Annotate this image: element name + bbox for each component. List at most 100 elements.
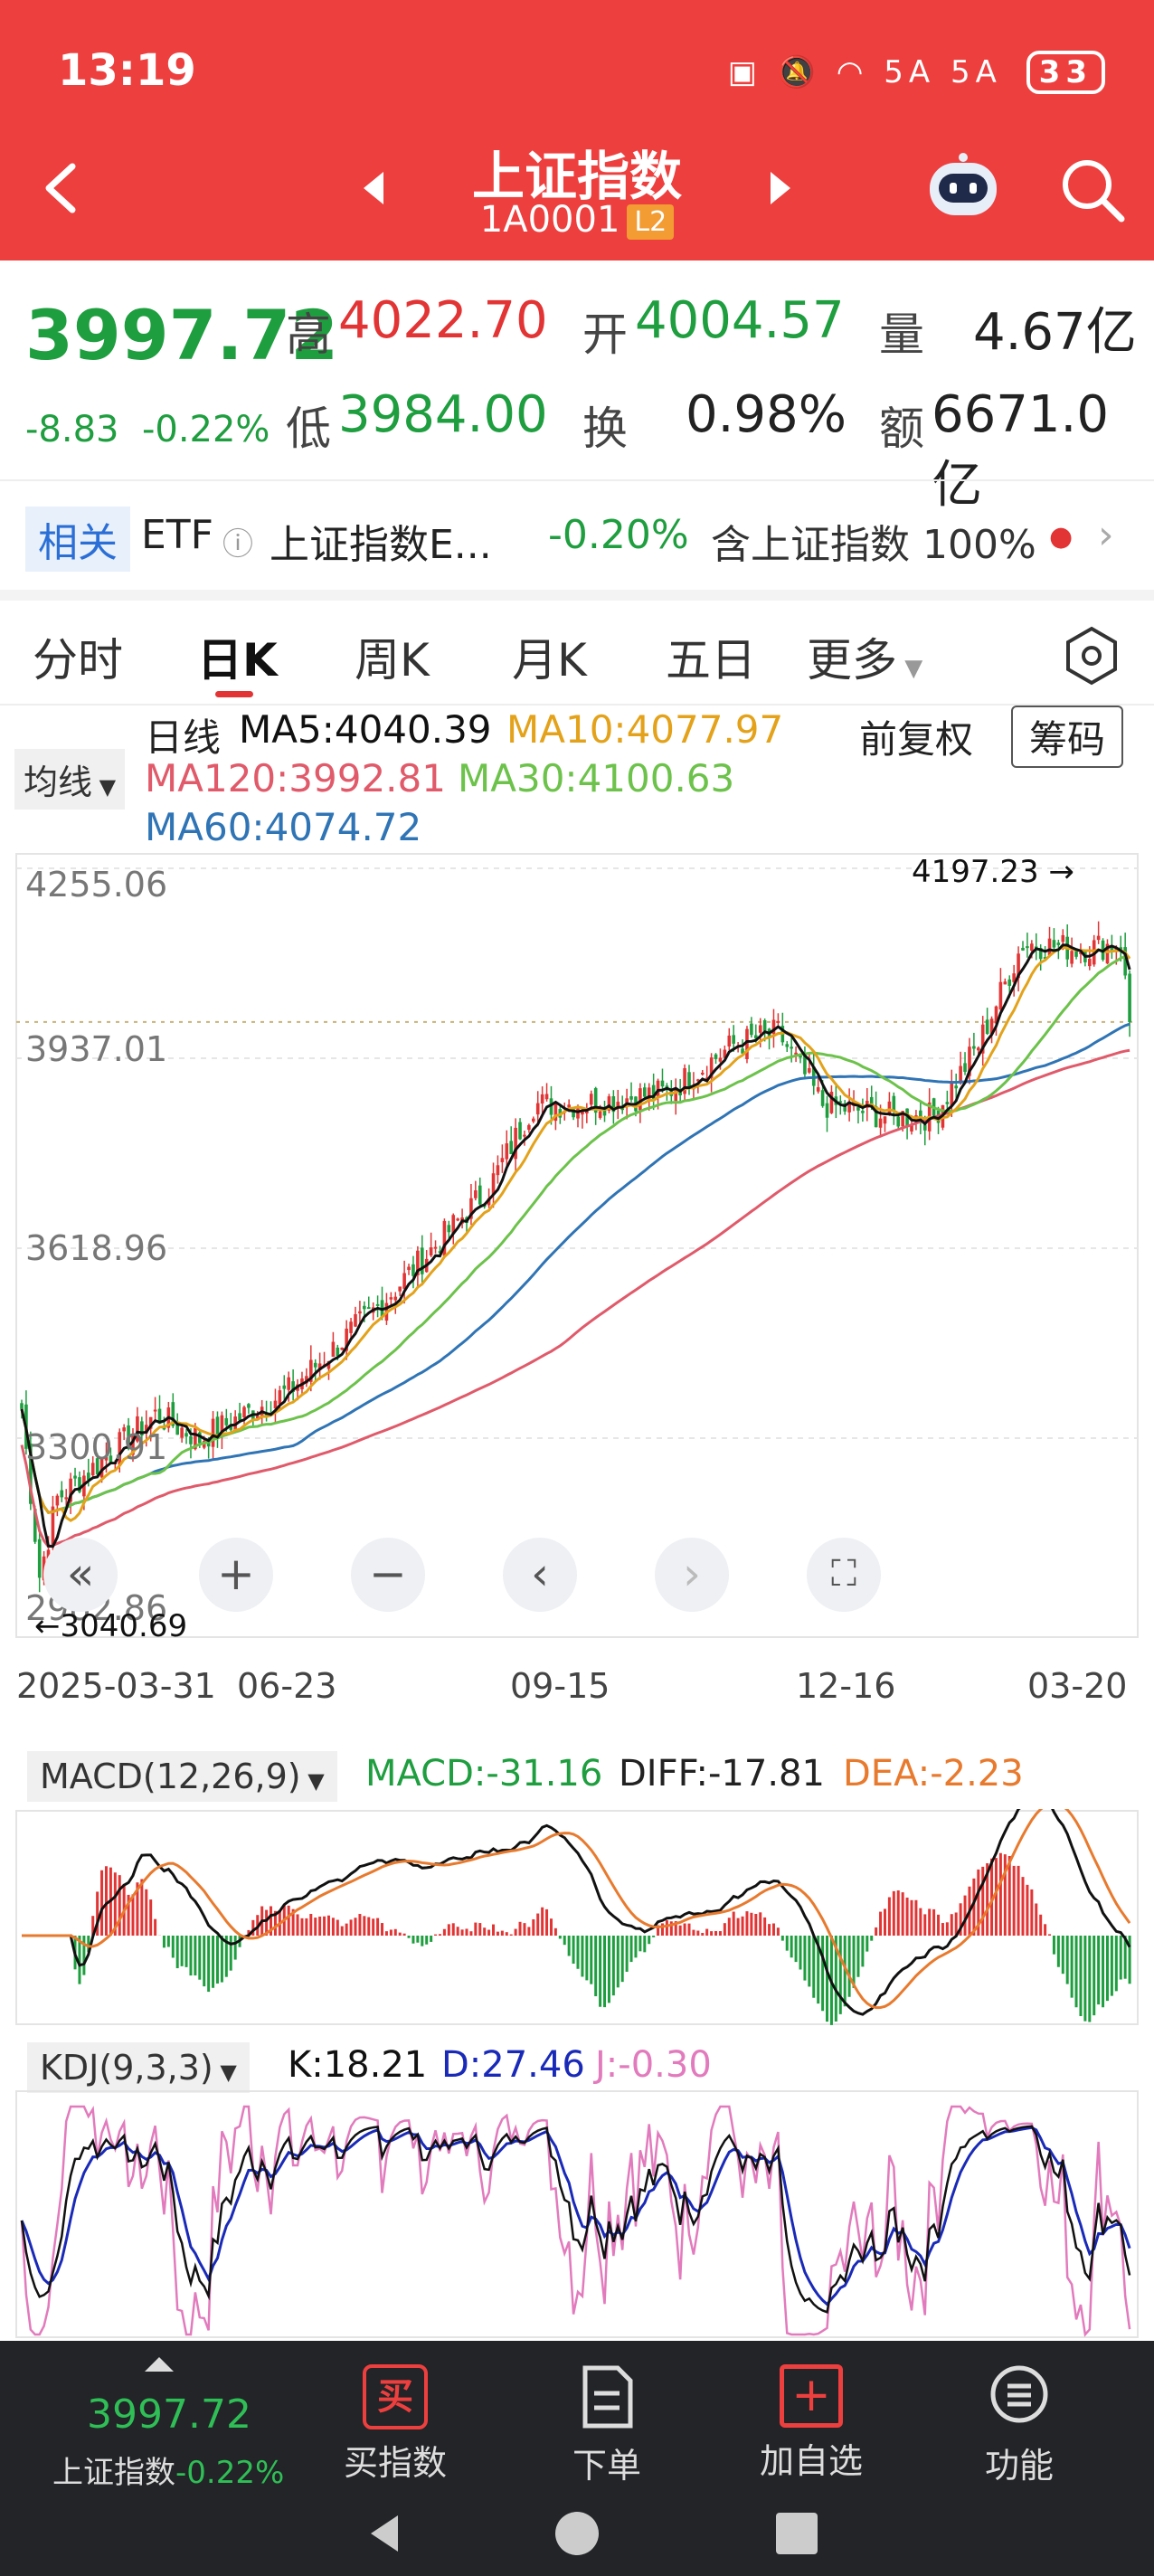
- ma120-line: [20, 1048, 1130, 1548]
- candle-body: [331, 1341, 336, 1358]
- etf-label: ETF: [141, 512, 213, 558]
- candle-body: [363, 1305, 366, 1310]
- chevron-right-icon[interactable]: ›: [1098, 512, 1114, 558]
- candle-body: [878, 1118, 883, 1128]
- add-watchlist-button[interactable]: + 加自选: [752, 2364, 870, 2483]
- ma60-line: [20, 1022, 1130, 1514]
- scroll-right-button[interactable]: ›: [655, 1538, 729, 1612]
- kline-candles: [20, 921, 1131, 1593]
- etf-contains: 含上证指数 100%: [711, 522, 1036, 568]
- candle-body: [808, 1067, 811, 1073]
- buy-icon: 买: [363, 2364, 428, 2429]
- candle-body: [1026, 946, 1029, 949]
- candle-body: [429, 1247, 433, 1256]
- tab-intraday[interactable]: 分时: [33, 624, 123, 689]
- candle-body: [505, 1143, 509, 1160]
- change-percent: -0.22%: [141, 409, 270, 450]
- candle-body: [1052, 940, 1056, 948]
- bottom-toolbar: 3997.72 上证指数-0.22% 买 买指数 下单 + 加自选 功能: [0, 2341, 1154, 2576]
- search-icon[interactable]: [1056, 154, 1129, 226]
- candle-body: [532, 1118, 535, 1122]
- tab-monthly-k[interactable]: 月K: [512, 624, 587, 689]
- candle-body: [643, 1087, 647, 1097]
- settings-hexagon-icon[interactable]: [1060, 624, 1123, 687]
- candle-body: [496, 1165, 500, 1176]
- period-label: 日线: [145, 715, 222, 760]
- tab-weekly-k[interactable]: 周K: [355, 624, 430, 689]
- adjust-mode[interactable]: 前复权: [859, 709, 973, 764]
- candle-body: [411, 1264, 415, 1276]
- ma10-value: MA10:4077.97: [506, 707, 784, 752]
- tab-more-label: 更多: [807, 634, 897, 687]
- date-label-2: 06-23: [237, 1666, 337, 1706]
- expand-up-icon[interactable]: [145, 2357, 174, 2372]
- nav-back-icon[interactable]: [371, 2515, 398, 2552]
- macd-chart[interactable]: [0, 1809, 1154, 2026]
- kdj-label: KDJ(9,3,3): [40, 2048, 213, 2088]
- candle-body: [896, 1116, 901, 1127]
- info-icon[interactable]: ⓘ: [222, 519, 253, 564]
- tab-daily-k[interactable]: 日K: [197, 624, 278, 689]
- candle-body: [998, 981, 1003, 1010]
- indicator-mode-dropdown[interactable]: 均线 ▼: [14, 749, 126, 810]
- nav-recent-icon[interactable]: [776, 2513, 818, 2554]
- bottom-stock-name: 上证指数: [52, 2455, 175, 2491]
- candle-body: [478, 1185, 482, 1205]
- buy-index-button[interactable]: 买 买指数: [336, 2364, 454, 2485]
- chips-button[interactable]: 筹码: [1011, 706, 1124, 768]
- high-value: 4022.70: [338, 291, 548, 350]
- kdj-dropdown[interactable]: KDJ(9,3,3) ▼: [27, 2042, 250, 2093]
- candle-body: [402, 1273, 406, 1289]
- kdj-chart[interactable]: [0, 2089, 1154, 2339]
- candle-body: [790, 1046, 793, 1049]
- active-tab-indicator: [215, 691, 253, 697]
- candle-body: [950, 1083, 954, 1106]
- macd-dropdown[interactable]: MACD(12,26,9) ▼: [27, 1751, 337, 1802]
- date-label-5: 03-20: [1027, 1666, 1128, 1706]
- candle-body: [660, 1080, 665, 1087]
- plus-icon: +: [780, 2364, 843, 2428]
- candle-body: [985, 1019, 989, 1034]
- nav-home-icon[interactable]: [555, 2512, 599, 2555]
- candle-body: [861, 1111, 865, 1113]
- status-icons: ▣ 🔕 ◠ 5A 5A 33: [728, 51, 1105, 94]
- zoom-out-button[interactable]: −: [351, 1538, 425, 1612]
- next-stock-icon[interactable]: [771, 172, 790, 204]
- candle-body: [589, 1094, 593, 1105]
- diff-value: DIFF:-17.81: [619, 1753, 825, 1795]
- candle-body: [1061, 934, 1065, 942]
- kline-ma-lines: [20, 943, 1131, 1548]
- candle-body: [398, 1286, 402, 1292]
- robot-assistant-icon[interactable]: [922, 150, 1004, 223]
- scroll-left-button[interactable]: ‹: [503, 1538, 577, 1612]
- high-marker: 4197.23 →: [912, 854, 1074, 890]
- functions-button[interactable]: 功能: [960, 2364, 1078, 2487]
- signal-icon: 5A 5A: [884, 54, 1002, 90]
- zoom-in-button[interactable]: +: [199, 1538, 273, 1612]
- change-value: -8.83: [25, 409, 119, 450]
- bottom-price: 3997.72: [87, 2391, 251, 2438]
- candle-body: [518, 1122, 522, 1140]
- bottom-change: -0.22%: [175, 2455, 285, 2491]
- order-button[interactable]: 下单: [548, 2364, 666, 2487]
- candle-body: [535, 1103, 540, 1115]
- candle-body: [393, 1296, 398, 1301]
- kdj-lines: [20, 2105, 1131, 2337]
- candle-body: [1128, 973, 1131, 1022]
- tab-more[interactable]: 更多 ▼: [807, 624, 922, 689]
- menu-icon: [990, 2365, 1048, 2423]
- macd-lines: [22, 1809, 1131, 2016]
- turnover-label: 换: [582, 402, 628, 455]
- candle-body: [313, 1362, 317, 1368]
- fullscreen-button[interactable]: ⛶: [807, 1538, 881, 1612]
- candle-body: [242, 1406, 246, 1418]
- tab-five-day[interactable]: 五日: [666, 624, 756, 689]
- candle-body: [247, 1404, 251, 1408]
- candle-body: [820, 1090, 825, 1106]
- kline-chart[interactable]: [0, 850, 1154, 1646]
- dea-value: DEA:-2.23: [843, 1753, 1024, 1795]
- scroll-far-left-button[interactable]: «: [43, 1538, 118, 1612]
- candle-body: [1003, 981, 1007, 985]
- related-etf-row[interactable]: 相关 ETF ⓘ 上证指数E... -0.20% 含上证指数 100% ● ›: [0, 479, 1154, 601]
- candle-body: [60, 1490, 64, 1498]
